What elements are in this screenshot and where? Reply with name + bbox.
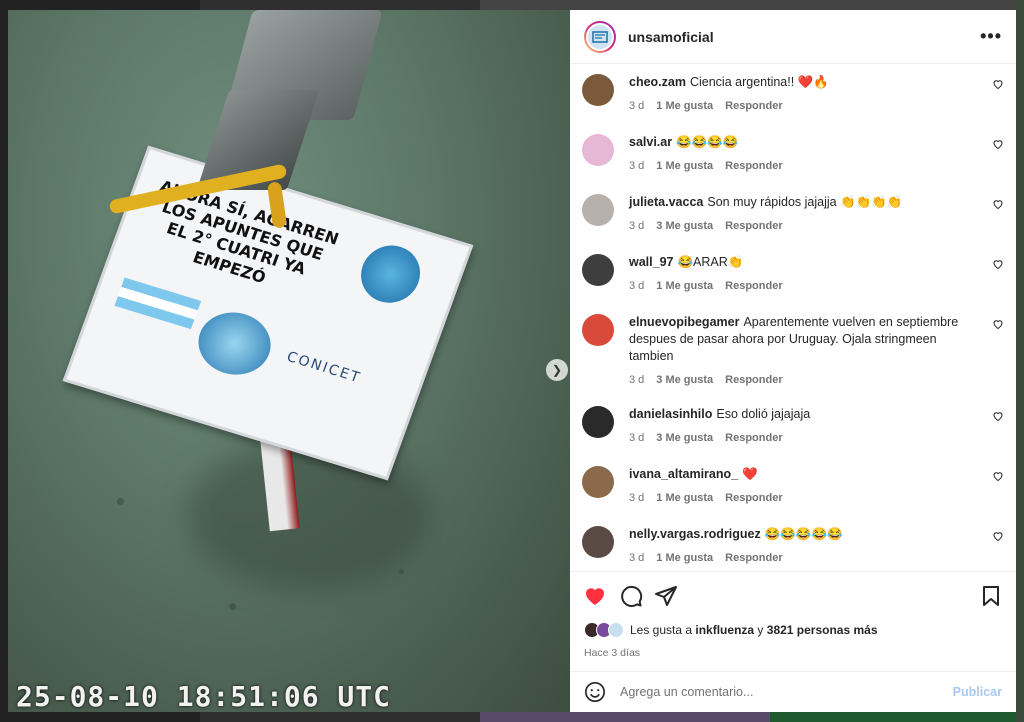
comment-item: cheo.zam Ciencia argentina!! ❤️🔥 3 d 1 Me … bbox=[582, 74, 1004, 112]
commenter-avatar[interactable] bbox=[582, 194, 614, 226]
comment-age: 3 d bbox=[629, 160, 645, 172]
comment-likes[interactable]: 3 Me gusta bbox=[656, 374, 713, 386]
author-avatar[interactable] bbox=[584, 20, 616, 53]
heart-outline-icon[interactable] bbox=[992, 530, 1004, 542]
reply-button[interactable]: Responder bbox=[725, 220, 782, 232]
comment-item: ivana_altamirano_ ❤️ 3 d 1 Me gusta Respond… bbox=[582, 466, 1004, 504]
commenter-avatar[interactable] bbox=[582, 406, 614, 438]
comment-likes[interactable]: 3 Me gusta bbox=[656, 432, 713, 444]
commenter-username[interactable]: salvi.ar bbox=[629, 135, 672, 149]
publish-button[interactable]: Publicar bbox=[953, 685, 1002, 699]
commenter-avatar[interactable] bbox=[582, 74, 614, 106]
comment-item: salvi.ar 😂😂😂😂 3 d 1 Me gusta Responder bbox=[582, 134, 1004, 172]
comment-age: 3 d bbox=[629, 280, 645, 292]
heart-outline-icon[interactable] bbox=[992, 138, 1004, 150]
post-actions: Les gusta a inkfluenza y 3821 personas m… bbox=[570, 571, 1016, 671]
commenter-username[interactable]: julieta.vacca bbox=[629, 195, 703, 209]
robot-arm bbox=[196, 10, 383, 200]
comment-item: julieta.vacca Son muy rápidos jajajja 👏👏👏… bbox=[582, 194, 1004, 232]
comment-likes[interactable]: 1 Me gusta bbox=[656, 160, 713, 172]
comment-likes[interactable]: 1 Me gusta bbox=[656, 280, 713, 292]
comment-icon[interactable] bbox=[619, 584, 643, 608]
comment-age: 3 d bbox=[629, 552, 645, 564]
reply-button[interactable]: Responder bbox=[725, 280, 782, 292]
comment-likes[interactable]: 1 Me gusta bbox=[656, 552, 713, 564]
bookmark-icon[interactable] bbox=[979, 584, 1003, 608]
liker-username[interactable]: inkfluenza bbox=[695, 623, 754, 637]
gempa-logo bbox=[189, 303, 280, 384]
heart-outline-icon[interactable] bbox=[992, 470, 1004, 482]
comment-item: wall_97 😂ARAR👏 3 d 1 Me gusta Responder bbox=[582, 254, 1004, 292]
commenter-avatar[interactable] bbox=[582, 466, 614, 498]
comment-age: 3 d bbox=[629, 220, 645, 232]
comment-text: Son muy rápidos jajajja 👏👏👏👏 bbox=[707, 195, 903, 209]
comments-list[interactable]: cheo.zam Ciencia argentina!! ❤️🔥 3 d 1 Me … bbox=[570, 64, 1016, 571]
comment-text: Eso dolió jajajaja bbox=[716, 407, 811, 421]
more-options-icon[interactable]: ••• bbox=[980, 26, 1002, 47]
comment-item: elnuevopibegamer Aparentemente vuelven en… bbox=[582, 314, 1004, 386]
heart-outline-icon[interactable] bbox=[992, 410, 1004, 422]
comment-likes[interactable]: 1 Me gusta bbox=[656, 492, 713, 504]
post-media[interactable]: AHORA SÍ, AGARREN LOS APUNTES QUE EL 2° … bbox=[8, 10, 570, 712]
comment-text: 😂😂😂😂😂 bbox=[764, 527, 843, 541]
unsam-logo-icon bbox=[586, 22, 614, 51]
likes-summary: Les gusta a inkfluenza y 3821 personas m… bbox=[584, 622, 878, 638]
comment-text: 😂ARAR👏 bbox=[677, 255, 744, 269]
heart-outline-icon[interactable] bbox=[992, 198, 1004, 210]
comment-likes[interactable]: 1 Me gusta bbox=[656, 100, 713, 112]
comment-text: 😂😂😂😂 bbox=[676, 135, 739, 149]
commenter-username[interactable]: wall_97 bbox=[629, 255, 673, 269]
comment-text: ❤️ bbox=[742, 467, 758, 481]
share-icon[interactable] bbox=[654, 584, 678, 608]
reply-button[interactable]: Responder bbox=[725, 160, 782, 172]
heart-outline-icon[interactable] bbox=[992, 318, 1004, 330]
comment-age: 3 d bbox=[629, 432, 645, 444]
commenter-avatar[interactable] bbox=[582, 254, 614, 286]
comment-input[interactable] bbox=[620, 685, 953, 699]
commenter-username[interactable]: nelly.vargas.rodriguez bbox=[629, 527, 761, 541]
commenter-avatar[interactable] bbox=[582, 134, 614, 166]
commenter-avatar[interactable] bbox=[582, 314, 614, 346]
argentina-flag bbox=[114, 277, 202, 330]
video-timestamp: 25-08-10 18:51:06 UTC bbox=[16, 680, 392, 712]
commenter-username[interactable]: elnuevopibegamer bbox=[629, 315, 739, 329]
chevron-right-icon: ❯ bbox=[551, 363, 563, 377]
heart-outline-icon[interactable] bbox=[992, 258, 1004, 270]
commenter-username[interactable]: ivana_altamirano_ bbox=[629, 467, 738, 481]
comment-age: 3 d bbox=[629, 492, 645, 504]
commenter-username[interactable]: cheo.zam bbox=[629, 75, 686, 89]
add-comment-bar: Publicar bbox=[570, 671, 1016, 712]
likes-count[interactable]: 3821 personas más bbox=[767, 623, 878, 637]
comment-age: 3 d bbox=[629, 374, 645, 386]
liker-avatar bbox=[608, 622, 624, 638]
backdrop-right bbox=[1016, 0, 1024, 722]
reply-button[interactable]: Responder bbox=[725, 432, 782, 444]
comment-item: danielasinhilo Eso dolió jajajaja 3 d 3 Me… bbox=[582, 406, 1004, 444]
reply-button[interactable]: Responder bbox=[725, 100, 782, 112]
comment-likes[interactable]: 3 Me gusta bbox=[656, 220, 713, 232]
reply-button[interactable]: Responder bbox=[725, 552, 782, 564]
emoji-icon[interactable] bbox=[584, 681, 606, 703]
post-panel: unsamoficial ••• cheo.zam Ciencia argenti… bbox=[570, 10, 1016, 712]
commenter-avatar[interactable] bbox=[582, 526, 614, 558]
next-media-button[interactable]: ❯ bbox=[546, 359, 568, 381]
reply-button[interactable]: Responder bbox=[725, 492, 782, 504]
backdrop-top bbox=[480, 0, 1024, 10]
comment-age: 3 d bbox=[629, 100, 645, 112]
expedition-logo bbox=[352, 238, 429, 310]
reply-button[interactable]: Responder bbox=[725, 374, 782, 386]
heart-filled-icon[interactable] bbox=[583, 584, 607, 608]
post-header: unsamoficial ••• bbox=[570, 10, 1016, 64]
comment-text: Ciencia argentina!! ❤️🔥 bbox=[689, 75, 829, 89]
author-username[interactable]: unsamoficial bbox=[628, 29, 980, 45]
commenter-username[interactable]: danielasinhilo bbox=[629, 407, 712, 421]
backdrop-bottom-left bbox=[480, 712, 770, 722]
conicet-logo: CONICET bbox=[284, 348, 364, 387]
post-age[interactable]: Hace 3 días bbox=[584, 647, 640, 659]
backdrop-bottom-right bbox=[770, 712, 1024, 722]
comment-item: nelly.vargas.rodriguez 😂😂😂😂😂 3 d 1 Me gust… bbox=[582, 526, 1004, 564]
heart-outline-icon[interactable] bbox=[992, 78, 1004, 90]
